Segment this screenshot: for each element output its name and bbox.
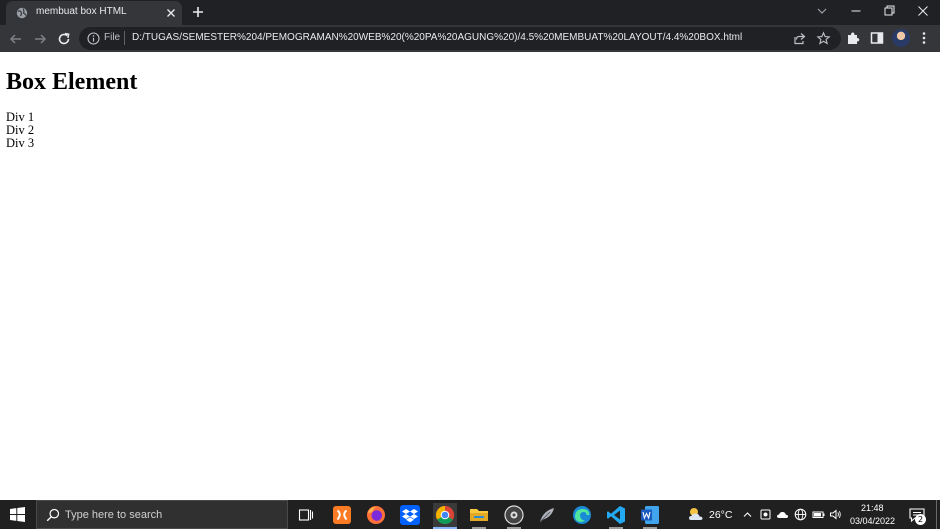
forward-arrow-icon[interactable] bbox=[31, 30, 49, 48]
close-window-icon[interactable] bbox=[913, 2, 933, 20]
globe-icon bbox=[16, 7, 28, 19]
div-box-3: Div 3 bbox=[6, 136, 35, 150]
dropbox-icon bbox=[400, 505, 420, 525]
taskbar-app-edge[interactable] bbox=[570, 503, 594, 527]
url-scheme-label: File bbox=[104, 32, 121, 43]
xampp-icon bbox=[333, 506, 351, 524]
profile-avatar[interactable] bbox=[892, 29, 910, 47]
extensions-puzzle-icon[interactable] bbox=[845, 30, 861, 46]
word-icon bbox=[641, 506, 659, 524]
new-tab-icon[interactable] bbox=[190, 4, 206, 20]
browser-tab-strip: membuat box HTML bbox=[0, 0, 940, 25]
taskbar-app-feather[interactable] bbox=[535, 503, 559, 527]
network-globe-icon[interactable] bbox=[794, 508, 807, 521]
page-viewport: Box Element Div 1 Div 2 Div 3 bbox=[0, 52, 940, 500]
minimize-icon[interactable] bbox=[846, 2, 866, 20]
back-arrow-icon[interactable] bbox=[7, 30, 25, 48]
chrome-icon bbox=[435, 506, 455, 525]
search-icon bbox=[46, 508, 60, 522]
weather-partly-cloudy-icon[interactable] bbox=[687, 506, 705, 522]
task-view-button[interactable] bbox=[294, 503, 318, 527]
taskbar-app-file-explorer[interactable] bbox=[467, 503, 491, 529]
clock-time[interactable]: 21:48 bbox=[861, 503, 884, 513]
vscode-icon bbox=[607, 506, 625, 524]
windows-start-icon[interactable] bbox=[10, 507, 25, 522]
browser-tab[interactable]: membuat box HTML bbox=[6, 1, 182, 25]
feather-icon bbox=[539, 508, 554, 523]
weather-temperature[interactable]: 26°C bbox=[709, 509, 732, 521]
meet-now-icon[interactable] bbox=[759, 508, 772, 521]
url-text[interactable]: D:/TUGAS/SEMESTER%204/PEMOGRAMAN%20WEB%2… bbox=[132, 32, 742, 43]
taskbar-app-dropbox[interactable] bbox=[398, 503, 422, 527]
taskbar-app-vscode[interactable] bbox=[604, 503, 628, 529]
edge-icon bbox=[573, 506, 591, 524]
tab-title: membuat box HTML bbox=[36, 6, 127, 17]
close-tab-icon[interactable] bbox=[163, 5, 179, 21]
restore-icon[interactable] bbox=[879, 2, 899, 20]
windows-taskbar: Type here to search 26°C 21:48 03/04/202… bbox=[0, 500, 940, 529]
show-desktop-button[interactable] bbox=[936, 500, 937, 529]
onedrive-cloud-icon[interactable] bbox=[776, 508, 789, 521]
taskbar-search-box[interactable]: Type here to search bbox=[36, 500, 288, 529]
address-bar[interactable]: File D:/TUGAS/SEMESTER%204/PEMOGRAMAN%20… bbox=[79, 27, 841, 50]
taskbar-app-firefox[interactable] bbox=[364, 503, 388, 527]
page-heading: Box Element bbox=[6, 69, 138, 95]
notification-count-badge: 2 bbox=[915, 514, 926, 525]
more-menu-icon[interactable] bbox=[916, 30, 932, 46]
battery-icon[interactable] bbox=[812, 508, 825, 521]
info-icon[interactable] bbox=[87, 32, 100, 45]
bookmark-star-icon[interactable] bbox=[816, 31, 831, 46]
task-view-icon bbox=[298, 509, 314, 521]
share-icon[interactable] bbox=[792, 31, 807, 46]
taskbar-app-word[interactable] bbox=[638, 503, 662, 529]
browser-toolbar: File D:/TUGAS/SEMESTER%204/PEMOGRAMAN%20… bbox=[0, 25, 940, 52]
search-placeholder: Type here to search bbox=[65, 509, 163, 521]
disc-app-icon bbox=[504, 505, 524, 525]
tab-search-chevron-icon[interactable] bbox=[812, 2, 832, 20]
taskbar-app-media[interactable] bbox=[502, 503, 526, 529]
firefox-icon bbox=[367, 506, 385, 524]
scheme-separator bbox=[124, 31, 125, 45]
reload-icon[interactable] bbox=[55, 30, 73, 48]
taskbar-app-chrome[interactable] bbox=[433, 503, 457, 529]
speaker-volume-icon[interactable] bbox=[829, 508, 842, 521]
side-panel-icon[interactable] bbox=[869, 30, 885, 46]
clock-date[interactable]: 03/04/2022 bbox=[850, 516, 895, 526]
taskbar-app-xampp[interactable] bbox=[330, 503, 354, 527]
folder-icon bbox=[470, 509, 488, 521]
chevron-up-icon[interactable] bbox=[741, 508, 754, 521]
